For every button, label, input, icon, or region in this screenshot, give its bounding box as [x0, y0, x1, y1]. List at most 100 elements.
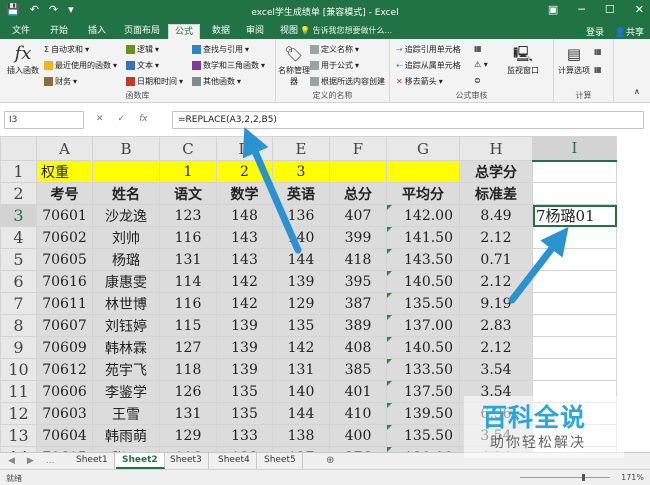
zoom-slider-thumb[interactable] — [581, 474, 585, 481]
cell[interactable]: 70604 — [36, 424, 93, 447]
cell[interactable]: 118 — [159, 358, 217, 381]
cell[interactable]: 2.12 — [459, 270, 533, 293]
cell[interactable]: 395 — [329, 270, 387, 293]
cell[interactable]: 3.54 — [459, 358, 533, 381]
cell[interactable]: 杨璐 — [92, 248, 160, 271]
name-manager-button[interactable]: 🏷 名称管理器 — [278, 43, 310, 87]
math-button[interactable]: 数学和三角函数 ▾ — [192, 60, 265, 71]
active-cell[interactable]: 7杨璐01 — [532, 204, 617, 227]
tell-me-box[interactable]: 💡 告诉我您想要做什么... — [300, 25, 392, 36]
sheet-tab-sheet4[interactable]: Sheet4 — [212, 453, 257, 469]
financial-button[interactable]: 财务 ▾ — [44, 76, 77, 87]
cell[interactable]: 2.83 — [459, 314, 533, 337]
cell[interactable]: 385 — [329, 358, 387, 381]
cell[interactable]: 70609 — [36, 336, 93, 359]
cancel-icon[interactable]: ✕ — [96, 114, 104, 124]
cell[interactable]: 权重 — [36, 160, 93, 183]
cell[interactable]: 135 — [216, 402, 273, 425]
cell[interactable]: 141.50 — [386, 226, 460, 249]
column-header-i[interactable]: I — [532, 136, 617, 162]
cell[interactable]: 70616 — [36, 270, 93, 293]
text-button[interactable]: 文本 ▾ — [126, 60, 159, 71]
name-box[interactable]: I3 — [4, 111, 84, 129]
cell[interactable]: 总分 — [329, 182, 387, 205]
cell[interactable]: 142 — [216, 270, 273, 293]
maximize-icon[interactable]: ☐ — [605, 3, 615, 16]
cell[interactable]: 70612 — [36, 358, 93, 381]
cell[interactable]: 李鉴学 — [92, 380, 160, 403]
cell[interactable] — [386, 160, 460, 183]
trace-dependents-button[interactable]: ⇠ 追踪从属单元格 — [396, 60, 461, 71]
insert-function-button[interactable]: fx 插入函数 — [4, 43, 42, 76]
cell[interactable] — [532, 336, 617, 359]
use-in-formula-button[interactable]: 用于公式 ▾ — [310, 60, 359, 71]
more-sheets-icon[interactable]: ... — [46, 456, 55, 466]
cell[interactable]: 399 — [329, 226, 387, 249]
cell[interactable]: 苑宇飞 — [92, 358, 160, 381]
cell[interactable]: 135.50 — [386, 292, 460, 315]
cell[interactable]: 9.19 — [459, 292, 533, 315]
cell[interactable]: 140 — [272, 226, 330, 249]
cell[interactable]: 平均分 — [386, 182, 460, 205]
column-header-f[interactable]: F — [329, 136, 387, 161]
cell[interactable]: 115 — [159, 314, 217, 337]
cell[interactable]: 8.49 — [459, 204, 533, 227]
cell[interactable]: 3 — [272, 160, 330, 183]
cell[interactable]: 408 — [329, 336, 387, 359]
recent-functions-button[interactable]: 最近使用的函数 ▾ — [44, 60, 117, 71]
prev-sheet-icon[interactable]: ◀ — [8, 456, 15, 466]
cell[interactable]: 144 — [272, 402, 330, 425]
cell[interactable]: 142 — [216, 292, 273, 315]
cell[interactable]: 116 — [159, 226, 217, 249]
cell[interactable] — [532, 314, 617, 337]
cell[interactable]: 林世博 — [92, 292, 160, 315]
calc-sheet-icon[interactable]: ▦ — [594, 65, 602, 74]
next-sheet-icon[interactable]: ▶ — [27, 456, 34, 466]
cell[interactable]: 387 — [329, 292, 387, 315]
fx-icon[interactable]: fx — [139, 114, 148, 124]
cell[interactable]: 刘钰婷 — [92, 314, 160, 337]
column-header-d[interactable]: D — [216, 136, 273, 161]
cell[interactable] — [532, 226, 617, 249]
cell[interactable]: 2 — [216, 160, 273, 183]
tab-review[interactable]: 审阅 — [240, 24, 270, 39]
cell[interactable]: 姓名 — [92, 182, 160, 205]
cell[interactable] — [532, 270, 617, 293]
row-header[interactable]: 9 — [0, 336, 37, 359]
add-sheet-icon[interactable]: ⊕ — [326, 455, 334, 466]
row-header[interactable]: 8 — [0, 314, 37, 337]
cell[interactable]: 135 — [272, 314, 330, 337]
row-header[interactable]: 7 — [0, 292, 37, 315]
cell[interactable]: 70602 — [36, 226, 93, 249]
tab-formulas[interactable]: 公式 — [168, 24, 201, 39]
cell[interactable]: 沙龙逸 — [92, 204, 160, 227]
cell[interactable]: 418 — [329, 248, 387, 271]
cell[interactable]: 144 — [272, 248, 330, 271]
cell[interactable]: 143.50 — [386, 248, 460, 271]
cell[interactable]: 400 — [329, 424, 387, 447]
cell[interactable]: 142.00 — [386, 204, 460, 227]
cell[interactable]: 142 — [272, 336, 330, 359]
cell[interactable]: 康惠雯 — [92, 270, 160, 293]
cell[interactable] — [532, 182, 617, 205]
cell[interactable]: 143 — [216, 226, 273, 249]
formula-input[interactable]: =REPLACE(A3,2,2,B5) — [172, 111, 644, 129]
cell[interactable]: 139.50 — [386, 402, 460, 425]
cell[interactable]: 139 — [216, 314, 273, 337]
autosum-button[interactable]: Σ 自动求和 ▾ — [44, 44, 89, 55]
cell[interactable]: 389 — [329, 314, 387, 337]
cell[interactable]: 2.12 — [459, 336, 533, 359]
cell[interactable]: 143 — [216, 248, 273, 271]
cell[interactable]: 考号 — [36, 182, 93, 205]
cell[interactable]: 129 — [272, 292, 330, 315]
cell[interactable]: 70606 — [36, 380, 93, 403]
watch-window-button[interactable]: 🖳 监视窗口 — [500, 43, 546, 76]
logical-button[interactable]: 逻辑 ▾ — [126, 44, 159, 55]
calc-options-button[interactable]: ▤ 计算选项 — [558, 43, 590, 76]
enter-icon[interactable]: ✓ — [118, 114, 126, 124]
cell[interactable]: 王雪 — [92, 402, 160, 425]
cell[interactable]: 401 — [329, 380, 387, 403]
cell[interactable]: 410 — [329, 402, 387, 425]
sheet-tab-sheet3[interactable]: Sheet3 — [164, 453, 209, 469]
show-formulas-icon[interactable]: ▦ — [474, 44, 482, 53]
